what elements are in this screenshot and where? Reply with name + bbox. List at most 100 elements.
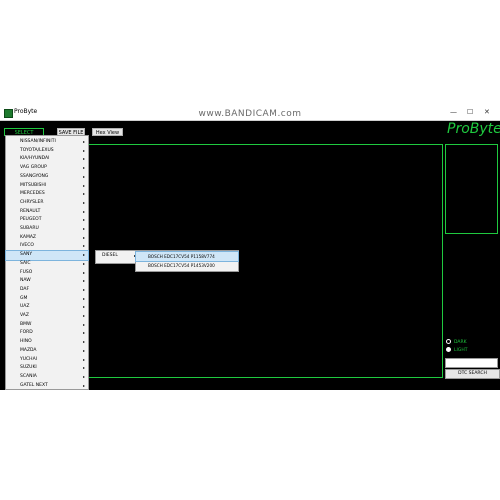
ecu-item[interactable]: BOSCH EDC17CV54 P1453V200 [136,261,238,270]
brand-logo: ProByte [447,121,500,137]
menu-item-uaz[interactable]: UAZ ▸ [6,303,88,312]
watermark-text: www.BANDICAM.com [198,109,302,119]
menu-item-vag-group[interactable]: VAG GROUP ▸ [6,164,88,173]
ecu-item-label: BOSCH EDC17CV54 P1158V774 [148,254,215,259]
menu-item-renault[interactable]: RENAULT ▸ [6,208,88,217]
menu-item-scania[interactable]: SCANIA ▸ [6,373,88,382]
chevron-right-icon: ▸ [82,234,85,240]
menu-item-iveco[interactable]: IVECO ▸ [6,242,88,251]
menu-item-label: GATEL NEXT [20,382,48,388]
chevron-right-icon: ▸ [82,365,85,371]
radio-dark-icon[interactable] [446,339,451,344]
menu-item-label: IVECO [20,243,34,249]
menu-item-kia-hyundai[interactable]: KIA/HYUNDAI ▸ [6,155,88,164]
menu-item-gatel-next[interactable]: GATEL NEXT ▸ [6,382,88,391]
chevron-right-icon: ▸ [82,295,85,301]
menu-item-vaz[interactable]: VAZ ▸ [6,312,88,321]
menu-item-label: NAW [20,278,31,284]
chevron-right-icon: ▸ [82,373,85,379]
minimize-icon[interactable]: — [450,108,457,116]
menu-item-label: MAZDA [20,347,37,353]
hex-view-button[interactable]: Hex View [92,128,123,136]
chevron-right-icon: ▸ [82,199,85,205]
menu-item-label: SUZUKI [20,365,37,371]
side-panel [445,144,498,234]
menu-item-saic[interactable]: SAIC ▸ [6,260,88,269]
menu-item-ford[interactable]: FORD ▸ [6,329,88,338]
menu-item-gm[interactable]: GM ▸ [6,295,88,304]
menu-item-label: FORD [20,330,33,336]
dark-option[interactable]: DARK [446,339,496,346]
chevron-right-icon: ▸ [82,260,85,266]
menu-item-fuso[interactable]: FUSO ▸ [6,269,88,278]
light-option[interactable]: LIGHT [446,347,496,354]
chevron-right-icon: ▸ [82,269,85,275]
submenu-label: DIESEL [102,253,118,258]
chevron-right-icon: ▸ [82,313,85,318]
menu-item-label: SSANGYONG [20,173,49,179]
menu-item-label: MERCEDES [20,191,45,197]
close-icon[interactable]: ✕ [484,108,490,116]
maximize-icon[interactable]: ☐ [467,108,473,116]
menu-item-label: GM [20,295,28,301]
chevron-right-icon: ▸ [82,304,85,310]
chevron-right-icon: ▸ [82,286,85,292]
submenu-diesel[interactable]: DIESEL ▸ [95,250,140,264]
radio-light-icon[interactable] [446,347,451,352]
menu-item-label: VAG GROUP [20,165,47,171]
ecu-item[interactable]: BOSCH EDC17CV54 P1158V774 [135,251,239,262]
menu-item-label: MITSUBISHI [20,182,47,188]
menu-item-sany[interactable]: SANY ▸ [5,250,89,261]
menu-item-peugeot[interactable]: PEUGEOT ▸ [6,216,88,225]
menu-item-ssangyong[interactable]: SSANGYONG ▸ [6,173,88,182]
chevron-right-icon: ▸ [82,165,85,171]
menu-item-daf[interactable]: DAF ▸ [6,286,88,295]
menu-item-yuchai[interactable]: YUCHAI ▸ [6,356,88,365]
menu-item-toyota-lexus[interactable]: TOYOTA/LEXUS ▸ [6,147,88,156]
menu-item-mazda[interactable]: MAZDA ▸ [6,347,88,356]
dark-label: DARK [454,340,467,345]
menu-item-label: SAIC [20,260,31,266]
module-menu: NISSAN/INFINITI ▸ TOYOTA/LEXUS ▸ KIA/HYUNDAI… [5,135,89,390]
chevron-right-icon: ▸ [82,173,85,179]
app-window: ProByte www.BANDICAM.com — ☐ ✕ SELECT MO… [0,106,500,390]
chevron-right-icon: ▸ [82,330,85,336]
menu-item-kamaz[interactable]: KAMAZ ▸ [6,234,88,243]
chevron-right-icon: ▸ [82,139,85,144]
ecu-item-label: BOSCH EDC17CV54 P1453V200 [148,263,215,268]
menu-item-label: SCANIA [20,373,37,379]
menu-item-label: PEUGEOT [20,217,42,223]
menu-item-suzuki[interactable]: SUZUKI ▸ [6,364,88,373]
title-bar: ProByte www.BANDICAM.com — ☐ ✕ [0,106,500,121]
menu-item-nissan-infiniti[interactable]: NISSAN/INFINITI ▸ [6,138,88,147]
dtc-input[interactable] [445,358,498,368]
menu-item-subaru[interactable]: SUBARU ▸ [6,225,88,234]
menu-item-label: SUBARU [20,226,39,231]
menu-item-mercedes[interactable]: MERCEDES ▸ [6,190,88,199]
chevron-right-icon: ▸ [82,339,85,345]
menu-item-bmw[interactable]: BMW ▸ [6,321,88,330]
chevron-right-icon: ▸ [82,226,85,231]
dtc-search-button[interactable]: DTC SEARCH [445,369,500,379]
menu-item-label: SANY [20,252,33,258]
chevron-right-icon: ▸ [82,191,85,197]
menu-item-chrysler[interactable]: CHRYSLER ▸ [6,199,88,208]
light-label: LIGHT [454,348,468,353]
chevron-right-icon: ▸ [82,252,85,258]
menu-item-label: TOYOTA/LEXUS [20,147,54,153]
chevron-right-icon: ▸ [82,156,85,162]
ecu-submenu: BOSCH EDC17CV54 P1158V774 BOSCH EDC17CV5… [135,250,239,272]
chevron-right-icon: ▸ [82,147,85,153]
menu-item-label: KIA/HYUNDAI [20,156,50,162]
menu-item-mitsubishi[interactable]: MITSUBISHI ▸ [6,182,88,191]
menu-item-label: VAZ [20,313,29,318]
menu-item-label: DAF [20,286,30,292]
menu-item-label: CHRYSLER [20,199,44,205]
chevron-right-icon: ▸ [82,217,85,223]
chevron-right-icon: ▸ [82,347,85,353]
menu-item-label: BMW [20,321,32,327]
chevron-right-icon: ▸ [82,278,85,284]
menu-item-label: YUCHAI [20,356,37,362]
menu-item-hino[interactable]: HINO ▸ [6,338,88,347]
menu-item-naw[interactable]: NAW ▸ [6,277,88,286]
